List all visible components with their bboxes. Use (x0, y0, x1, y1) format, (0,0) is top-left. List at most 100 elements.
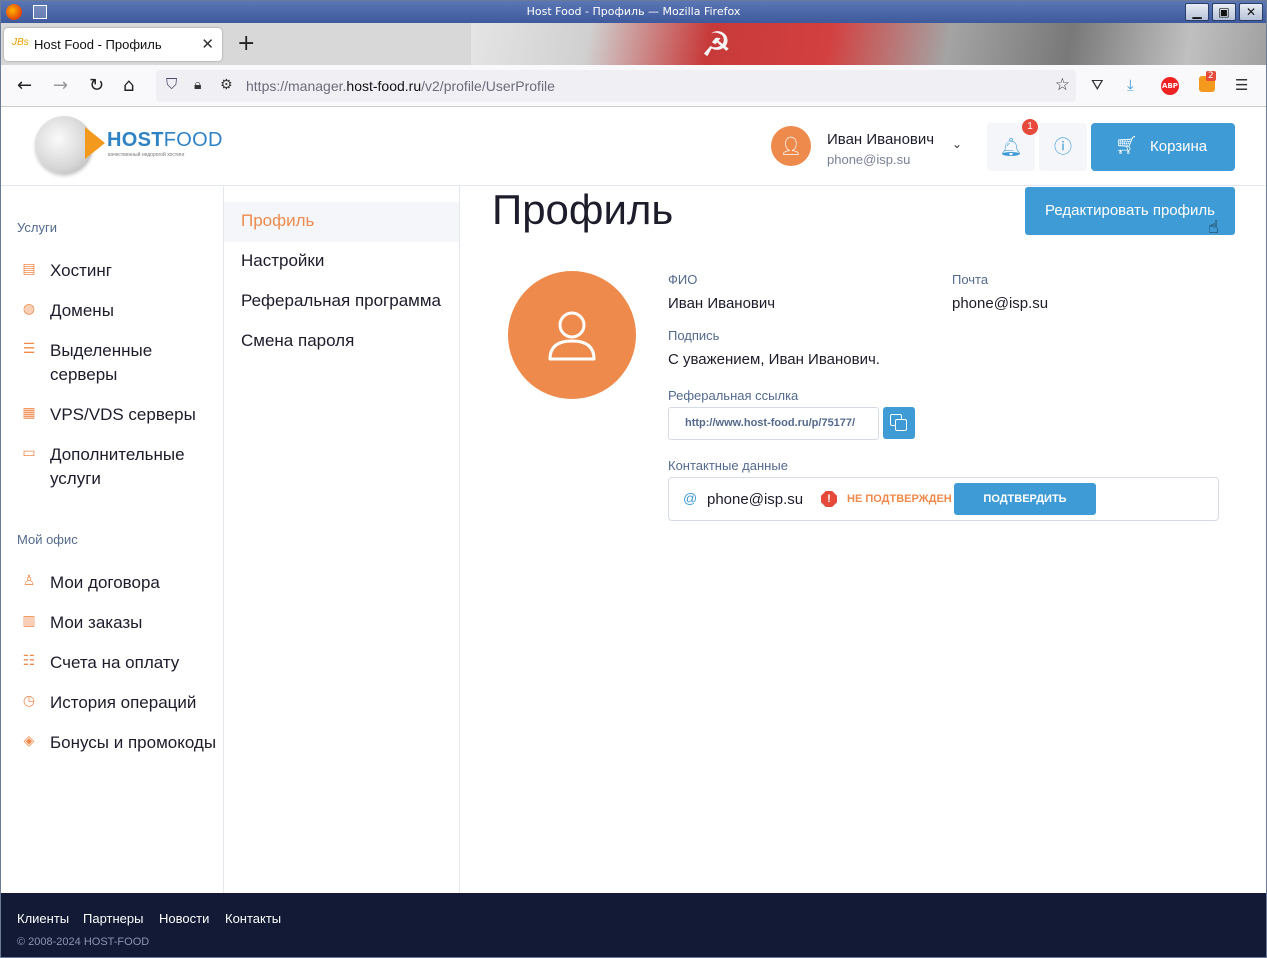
sidebar-item-label: VPS/VDS серверы (50, 405, 196, 424)
dedicated-server-icon: ☰ (22, 341, 36, 357)
sidebar-item-label: Счета на оплату (50, 653, 180, 672)
new-tab-icon[interactable]: + (237, 31, 255, 56)
sidebar-item-label: Бонусы и промокоды (50, 733, 217, 752)
edit-profile-button[interactable]: Редактировать профиль (1025, 187, 1235, 235)
url-bar[interactable]: ⛉ 🔒︎ ⚙ https://manager.host-food.ru/v2/p… (156, 70, 1076, 102)
fio-value: Иван Иванович (668, 295, 776, 312)
site-header: HOSTFOOD качественный недорогой хостинг … (1, 107, 1266, 186)
copy-button[interactable] (883, 407, 915, 439)
invoice-icon: ☷ (22, 653, 36, 669)
notification-badge: 1 (1022, 119, 1038, 135)
vps-icon: ▦ (22, 405, 36, 421)
extension-badge: 2 (1206, 71, 1216, 81)
cart-label: Корзина (1150, 138, 1208, 155)
back-icon[interactable]: ← (17, 75, 32, 96)
profile-submenu: Профиль Настройки Реферальная программа … (224, 186, 460, 893)
signature-label: Подпись (668, 328, 720, 343)
submenu-settings[interactable]: Настройки (224, 242, 459, 282)
confirm-button[interactable]: ПОДТВЕРДИТЬ (954, 483, 1096, 515)
submenu-profile[interactable]: Профиль (224, 202, 459, 242)
email-label: Почта (952, 272, 989, 287)
forward-icon[interactable]: → (53, 75, 68, 96)
url-text[interactable]: https://manager.host-food.ru/v2/profile/… (246, 78, 555, 94)
cart-button[interactable]: 🛒︎ Корзина (1091, 123, 1235, 171)
contract-icon: ♙ (22, 573, 36, 589)
server-icon: ▤ (22, 261, 36, 277)
reload-icon[interactable]: ↻ (89, 75, 104, 96)
addon-icon: ▭ (22, 445, 36, 461)
tag-icon: ◈ (23, 733, 35, 749)
adblock-icon[interactable]: ABP (1161, 77, 1179, 95)
sidebar-item-label: Мои договора (50, 573, 160, 592)
signature-value: С уважением, Иван Иванович. (668, 351, 880, 368)
sidebar-item-label: Выделенные серверы (50, 341, 153, 384)
cart-icon: 🛒︎ (1115, 135, 1138, 155)
site-footer: Клиенты Партнеры Новости Контакты © 2008… (1, 893, 1266, 957)
user-email[interactable]: phone@isp.su (827, 152, 910, 167)
help-icon: ⓘ (1054, 137, 1072, 157)
history-icon: ◷ (22, 693, 36, 709)
status-badge: НЕ ПОДТВЕРЖДЕН (847, 493, 952, 505)
site-logo[interactable]: HOSTFOOD (107, 129, 223, 152)
contact-email: phone@isp.su (707, 491, 804, 508)
logo-tagline: качественный недорогой хостинг (108, 152, 185, 158)
profile-avatar[interactable] (508, 271, 636, 399)
footer-link-news[interactable]: Новости (159, 911, 209, 926)
close-button[interactable]: ✕ (1239, 3, 1263, 21)
orders-icon: ▥ (22, 613, 36, 629)
bell-icon: 🔔︎ (999, 137, 1023, 157)
firefox-window: Host Food - Профиль — Mozilla Firefox ▁ … (0, 0, 1267, 958)
services-title: Услуги (17, 220, 57, 235)
at-icon: @ (683, 490, 698, 506)
warning-icon: ! (821, 491, 837, 507)
navigation-toolbar: ← → ↻ ⌂ ⛉ 🔒︎ ⚙ https://manager.host-food… (1, 65, 1266, 107)
tab-strip: ☭ JBs Host Food - Профиль ✕ + (1, 23, 1266, 65)
menu-icon[interactable]: ☰ (1235, 76, 1248, 94)
tab-active[interactable]: JBs Host Food - Профиль ✕ (4, 28, 222, 61)
footer-link-partners[interactable]: Партнеры (83, 911, 143, 926)
pocket-icon[interactable]: ⛛ (1091, 76, 1104, 94)
sidebar-item-label: История операций (50, 693, 197, 712)
help-button[interactable]: ⓘ (1039, 123, 1087, 171)
tab-favicon: JBs (12, 37, 29, 48)
sidebar-item-label: Дополнительные услуги (50, 445, 185, 488)
referral-label: Реферальная ссылка (668, 388, 799, 403)
user-icon (548, 311, 596, 361)
footer-copyright: © 2008-2024 HOST-FOOD (17, 936, 150, 948)
footer-link-contacts[interactable]: Контакты (225, 911, 281, 926)
downloads-icon[interactable]: ⤓ (1127, 76, 1134, 94)
theme-background (471, 23, 1266, 65)
referral-link-field[interactable]: http://www.host-food.ru/p/75177/ (668, 407, 879, 440)
maximize-button[interactable]: ▣ (1212, 3, 1236, 21)
user-avatar-icon[interactable]: 👤︎ (771, 126, 811, 166)
bookmark-star-icon[interactable]: ☆ (1055, 75, 1070, 95)
sidebar-item-label: Мои заказы (50, 613, 143, 632)
tab-close-icon[interactable]: ✕ (201, 35, 214, 53)
theme-emblem-icon: ☭ (701, 25, 732, 65)
footer-link-clients[interactable]: Клиенты (17, 911, 69, 926)
sidebar: Услуги ▤ Хостинг ◍ Домены ☰ Выделенные с… (1, 186, 224, 893)
fio-label: ФИО (668, 272, 698, 287)
sidebar-item-label: Хостинг (50, 261, 112, 280)
lock-icon[interactable]: 🔒︎ (194, 76, 201, 93)
minimize-button[interactable]: ▁ (1185, 3, 1209, 21)
submenu-referral[interactable]: Реферальная программа (224, 282, 459, 322)
contact-row: @ phone@isp.su ! НЕ ПОДТВЕРЖДЕН ПОДТВЕРД… (668, 477, 1219, 521)
page-content: HOSTFOOD качественный недорогой хостинг … (1, 107, 1266, 957)
home-icon[interactable]: ⌂ (123, 75, 134, 96)
tab-title: Host Food - Профиль (34, 37, 162, 52)
window-titlebar: Host Food - Профиль — Mozilla Firefox ▁ … (1, 1, 1266, 23)
logo-arrow-icon (85, 127, 105, 159)
permissions-icon[interactable]: ⚙ (220, 76, 233, 93)
window-title: Host Food - Профиль — Mozilla Firefox (526, 5, 741, 18)
globe-icon: ◍ (22, 301, 36, 317)
user-name[interactable]: Иван Иванович (827, 131, 934, 148)
email-value: phone@isp.su (952, 295, 1049, 312)
submenu-change-password[interactable]: Смена пароля (224, 322, 459, 362)
chevron-down-icon[interactable]: ⌄ (952, 137, 962, 151)
office-title: Мой офис (17, 532, 78, 547)
page-title: Профиль (492, 186, 674, 233)
shield-icon[interactable]: ⛉ (166, 76, 177, 93)
hand-cursor-icon: ☝ (1208, 217, 1219, 237)
sidebar-item-label: Домены (50, 301, 114, 320)
